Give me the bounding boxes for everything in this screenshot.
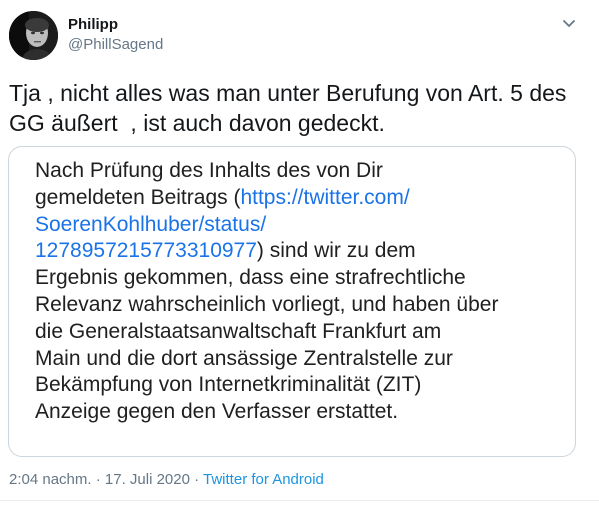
tweet: Philipp @PhillSagend Tja , nicht alles w… bbox=[0, 0, 599, 519]
quote-link: SoerenKohlhuber/status/ bbox=[35, 212, 267, 236]
meta-separator: · bbox=[189, 471, 204, 488]
author-handle[interactable]: @PhillSagend bbox=[68, 36, 163, 54]
chevron-down-icon[interactable] bbox=[560, 14, 578, 32]
tweet-text: Tja , nicht alles was man unter Berufung… bbox=[9, 80, 567, 136]
quoted-image-text: Nach Prüfung des Inhalts des von Dir gem… bbox=[35, 158, 565, 426]
quote-line: Ergebnis gekommen, dass eine strafrechtl… bbox=[35, 266, 466, 290]
tweet-timestamp[interactable]: 2:04 nachm. · 17. Juli 2020 bbox=[9, 471, 190, 488]
quote-line: Bekämpfung von Internetkriminalität (ZIT… bbox=[35, 373, 422, 397]
quote-line: gemeldeten Beitrags (https://twitter.com… bbox=[35, 185, 565, 212]
author-display-name[interactable]: Philipp bbox=[68, 16, 118, 34]
tweet-source-link[interactable]: Twitter for Android bbox=[203, 471, 324, 488]
quote-line: Anzeige gegen den Verfasser erstattet. bbox=[35, 400, 399, 424]
avatar-image bbox=[9, 11, 58, 60]
quote-text-segment: gemeldeten Beitrags ( bbox=[35, 185, 241, 209]
quote-line: Main und die dort ansässige Zentralstell… bbox=[35, 346, 453, 370]
quoted-image-card[interactable]: Nach Prüfung des Inhalts des von Dir gem… bbox=[8, 146, 576, 457]
quote-text-segment: ) sind wir zu dem bbox=[256, 239, 416, 263]
quote-link: https://twitter.com/ bbox=[240, 185, 410, 209]
quote-link: 1278957215773310977 bbox=[35, 239, 257, 263]
quote-line: 1278957215773310977) sind wir zu dem bbox=[35, 238, 565, 265]
quote-line: die Generalstaatsanwaltschaft Frankfurt … bbox=[35, 319, 442, 343]
quote-line: Nach Prüfung des Inhalts des von Dir bbox=[35, 159, 383, 182]
divider bbox=[0, 500, 599, 501]
avatar[interactable] bbox=[9, 11, 58, 60]
quote-line: Relevanz wahrscheinlich vorliegt, und ha… bbox=[35, 292, 499, 316]
tweet-meta: 2:04 nachm. · 17. Juli 2020 · Twitter fo… bbox=[9, 470, 324, 490]
